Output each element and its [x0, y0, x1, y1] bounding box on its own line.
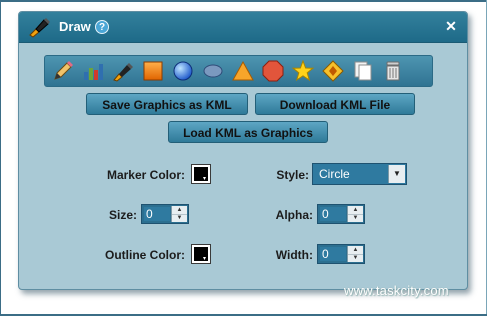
size-stepper-buttons: ▲ ▼ [171, 206, 187, 222]
decrement-icon[interactable]: ▼ [348, 214, 363, 222]
chevron-down-icon: ▾ [203, 176, 207, 182]
alpha-stepper[interactable]: 0 ▲ ▼ [317, 204, 365, 224]
alpha-value[interactable]: 0 [320, 207, 346, 221]
marker-icon[interactable] [111, 59, 135, 83]
decrement-icon[interactable]: ▼ [172, 214, 187, 222]
chevron-down-icon[interactable]: ▼ [388, 165, 405, 183]
chevron-down-icon: ▾ [203, 256, 207, 262]
draw-window: Draw ? ✕ Save Graphics as KML Download K… [18, 11, 468, 290]
style-select-value: Circle [319, 167, 350, 181]
decrement-icon[interactable]: ▼ [348, 254, 363, 262]
help-icon[interactable]: ? [95, 20, 109, 34]
outline-color-picker[interactable]: ▾ [191, 244, 211, 264]
ellipse-icon[interactable] [201, 59, 225, 83]
marker-color-picker[interactable]: ▾ [191, 164, 211, 184]
alpha-stepper-buttons: ▲ ▼ [347, 206, 363, 222]
rectangle-icon[interactable] [141, 59, 165, 83]
width-value[interactable]: 0 [320, 247, 346, 261]
outline-color-label: Outline Color: [105, 248, 185, 262]
load-kml-button[interactable]: Load KML as Graphics [168, 121, 328, 143]
circle-icon[interactable] [171, 59, 195, 83]
triangle-icon[interactable] [231, 59, 255, 83]
window-title: Draw [59, 19, 91, 34]
freehand-pencil-icon[interactable] [51, 59, 75, 83]
copy-icon[interactable] [351, 59, 375, 83]
style-select[interactable]: Circle ▼ [312, 163, 407, 185]
octagon-icon[interactable] [261, 59, 285, 83]
width-label: Width: [275, 248, 313, 262]
star-icon[interactable] [291, 59, 315, 83]
close-icon[interactable]: ✕ [443, 18, 459, 34]
style-label: Style: [276, 168, 309, 182]
download-kml-button[interactable]: Download KML File [255, 93, 415, 115]
save-graphics-kml-button[interactable]: Save Graphics as KML [86, 93, 248, 115]
diamond-icon[interactable] [321, 59, 345, 83]
bar-chart-icon[interactable] [81, 59, 105, 83]
marker-color-label: Marker Color: [106, 168, 185, 182]
size-value[interactable]: 0 [144, 207, 170, 221]
marker-logo-icon [29, 18, 50, 38]
alpha-label: Alpha: [275, 208, 313, 222]
page-frame-top [0, 0, 487, 2]
page-frame-left [0, 0, 1, 316]
drawing-toolbar [44, 55, 433, 87]
window-titlebar[interactable]: Draw ? ✕ [19, 12, 467, 43]
size-label: Size: [108, 208, 137, 222]
size-stepper[interactable]: 0 ▲ ▼ [141, 204, 189, 224]
width-stepper-buttons: ▲ ▼ [347, 246, 363, 262]
watermark-text: www.taskcity.com [344, 283, 449, 298]
width-stepper[interactable]: 0 ▲ ▼ [317, 244, 365, 264]
trash-icon[interactable] [381, 59, 405, 83]
